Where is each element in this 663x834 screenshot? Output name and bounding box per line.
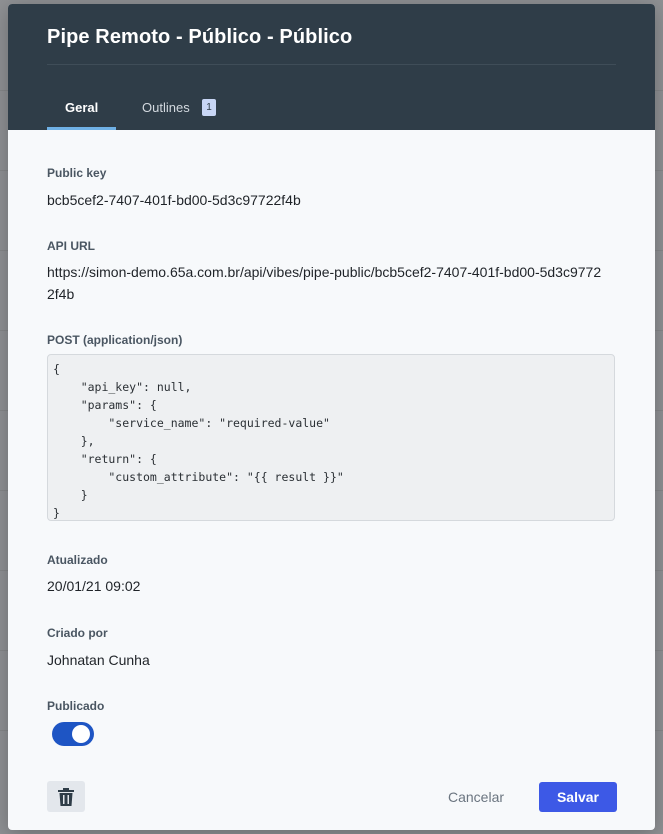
tab-outlines[interactable]: Outlines	[142, 100, 190, 115]
outlines-count-badge: 1	[202, 99, 216, 116]
updated-value: 20/01/21 09:02	[47, 578, 141, 594]
save-button[interactable]: Salvar	[539, 782, 617, 812]
api-url-value: https://simon-demo.65a.com.br/api/vibes/…	[47, 264, 602, 302]
updated-label: Atualizado	[47, 553, 108, 567]
public-key-value: bcb5cef2-7407-401f-bd00-5d3c97722f4b	[47, 192, 301, 208]
trash-icon	[58, 788, 74, 806]
toggle-knob	[72, 725, 90, 743]
created-by-value: Johnatan Cunha	[47, 652, 150, 668]
cancel-button[interactable]: Cancelar	[448, 789, 504, 805]
created-by-label: Criado por	[47, 626, 108, 640]
api-url-label: API URL	[47, 239, 95, 253]
post-code-text: { "api_key": null, "params": { "service_…	[53, 362, 344, 520]
pipe-modal: Pipe Remoto - Público - Público Geral Ou…	[8, 4, 655, 830]
delete-button[interactable]	[47, 781, 85, 812]
post-label: POST (application/json)	[47, 333, 183, 347]
public-key-label: Public key	[47, 166, 107, 180]
modal-title: Pipe Remoto - Público - Público	[47, 26, 353, 48]
header-divider	[47, 64, 616, 65]
published-toggle[interactable]	[52, 722, 94, 746]
tab-geral[interactable]: Geral	[65, 100, 98, 115]
post-code-block: { "api_key": null, "params": { "service_…	[47, 354, 615, 521]
published-label: Publicado	[47, 699, 105, 713]
active-tab-indicator	[47, 127, 116, 130]
modal-header: Pipe Remoto - Público - Público Geral Ou…	[8, 4, 655, 130]
